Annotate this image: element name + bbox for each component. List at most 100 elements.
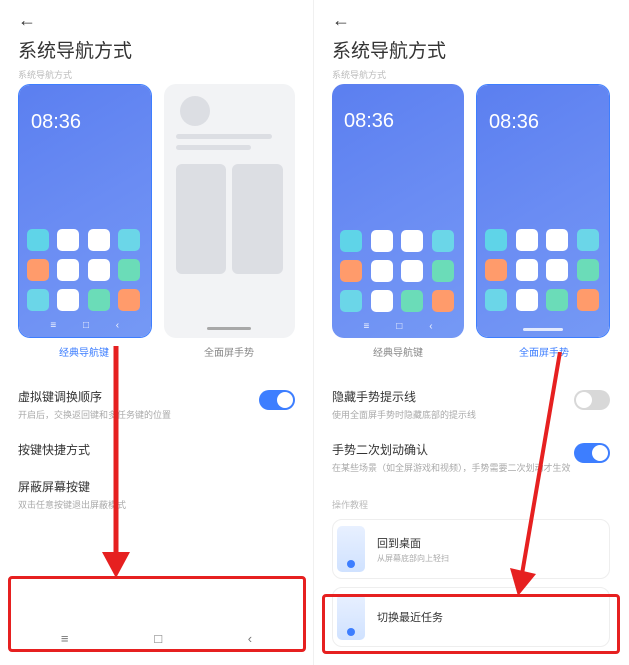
app-icon	[88, 289, 110, 311]
grey-line	[176, 145, 251, 150]
back-button[interactable]: ←	[332, 10, 350, 31]
setting-title: 虚拟键调换顺序	[18, 388, 259, 405]
app-icon	[516, 229, 538, 251]
preview-navbar: ≡ □ ‹	[332, 321, 464, 332]
setting-swap-keys[interactable]: 虚拟键调换顺序 开启后，交换返回键和多任务键的位置	[18, 378, 295, 431]
setting-hide-hint-line[interactable]: 隐藏手势提示线 使用全面屏手势时隐藏底部的提示线	[332, 378, 610, 431]
app-icon	[577, 259, 599, 281]
back-icon: ‹	[429, 321, 432, 332]
preview-label-gesture[interactable]: 全面屏手势	[478, 344, 610, 359]
app-icon	[118, 289, 140, 311]
app-icon	[371, 230, 393, 252]
preview-row: 08:36 ≡ □ ‹	[18, 84, 295, 338]
system-navbar: ≡ □ ‹	[18, 629, 295, 647]
settings-list: 虚拟键调换顺序 开启后，交换返回键和多任务键的位置 按键快捷方式 屏蔽屏幕按键 …	[18, 378, 295, 521]
page-title: 系统导航方式	[18, 36, 132, 63]
app-icon	[485, 259, 507, 281]
grey-block	[176, 164, 227, 274]
app-icon	[546, 229, 568, 251]
preview-label-classic[interactable]: 经典导航键	[332, 344, 464, 359]
app-icon	[485, 229, 507, 251]
page-title: 系统导航方式	[332, 36, 446, 63]
preview-time: 08:36	[31, 111, 81, 134]
app-icon	[577, 229, 599, 251]
preview-label-classic[interactable]: 经典导航键	[18, 344, 150, 359]
app-icon	[432, 230, 454, 252]
app-icon	[485, 289, 507, 311]
preview-label-gesture[interactable]: 全面屏手势	[163, 344, 295, 359]
setting-title: 屏蔽屏幕按键	[18, 478, 295, 495]
grey-mockup	[164, 84, 296, 338]
home-icon: □	[396, 321, 402, 332]
app-grid	[27, 229, 143, 311]
settings-list: 隐藏手势提示线 使用全面屏手势时隐藏底部的提示线 手势二次划动确认 在某些场景（…	[332, 378, 610, 655]
tutorial-recent-tasks[interactable]: 切换最近任务	[332, 587, 610, 647]
setting-shortcut[interactable]: 按键快捷方式	[18, 431, 295, 468]
tutorial-title: 切换最近任务	[377, 609, 443, 625]
app-icon	[401, 290, 423, 312]
app-icon	[516, 259, 538, 281]
menu-icon: ≡	[363, 321, 369, 332]
preview-navbar: ≡ □ ‹	[19, 320, 151, 331]
app-icon	[371, 260, 393, 282]
app-icon	[57, 259, 79, 281]
preview-gesture-nav[interactable]: 08:36	[476, 84, 610, 338]
app-grid	[340, 230, 456, 312]
app-icon	[340, 290, 362, 312]
app-icon	[27, 259, 49, 281]
toggle-double-swipe[interactable]	[574, 443, 610, 463]
back-icon[interactable]: ‹	[248, 631, 252, 646]
menu-icon: ≡	[50, 320, 56, 331]
grey-blocks	[176, 164, 284, 274]
screen-gesture-nav: ← 系统导航方式 系统导航方式 08:36 ≡ □ ‹ 08:36 经典导航键 …	[314, 0, 628, 665]
app-icon	[57, 229, 79, 251]
app-icon	[371, 290, 393, 312]
app-icon	[27, 229, 49, 251]
app-icon	[432, 260, 454, 282]
app-icon	[401, 260, 423, 282]
app-icon	[118, 259, 140, 281]
app-icon	[340, 230, 362, 252]
section-label: 系统导航方式	[332, 68, 386, 81]
app-icon	[88, 259, 110, 281]
screen-classic-nav: ← 系统导航方式 系统导航方式 08:36 ≡ □ ‹	[0, 0, 314, 665]
grey-avatar	[180, 96, 210, 126]
app-icon	[340, 260, 362, 282]
app-icon	[546, 289, 568, 311]
preview-gesture-nav[interactable]	[164, 84, 296, 338]
phone-mockup: 08:36 ≡ □ ‹	[19, 85, 151, 337]
tutorial-desc: 从屏幕底部向上轻扫	[377, 553, 449, 564]
tutorial-title: 回到桌面	[377, 535, 449, 551]
tutorial-section-label: 操作教程	[332, 498, 610, 511]
tutorial-go-home[interactable]: 回到桌面 从屏幕底部向上轻扫	[332, 519, 610, 579]
app-icon	[577, 289, 599, 311]
home-icon[interactable]: □	[154, 631, 162, 646]
preview-time: 08:36	[489, 111, 539, 134]
setting-desc: 使用全面屏手势时隐藏底部的提示线	[332, 408, 574, 421]
preview-row: 08:36 ≡ □ ‹ 08:36	[332, 84, 610, 338]
tutorial-thumb	[337, 594, 365, 640]
setting-double-swipe[interactable]: 手势二次划动确认 在某些场景（如全屏游戏和视频），手势需要二次划动才生效	[332, 431, 610, 484]
menu-icon[interactable]: ≡	[61, 631, 69, 646]
home-icon: □	[83, 320, 89, 331]
setting-desc: 在某些场景（如全屏游戏和视频），手势需要二次划动才生效	[332, 461, 574, 474]
app-icon	[88, 229, 110, 251]
setting-shield-keys[interactable]: 屏蔽屏幕按键 双击任意按键退出屏蔽模式	[18, 468, 295, 521]
preview-classic-nav[interactable]: 08:36 ≡ □ ‹	[18, 84, 152, 338]
toggle-hide-hint[interactable]	[574, 390, 610, 410]
preview-classic-nav[interactable]: 08:36 ≡ □ ‹	[332, 84, 464, 338]
app-icon	[118, 229, 140, 251]
gesture-bar-icon	[207, 327, 251, 330]
app-icon	[27, 289, 49, 311]
gesture-bar-icon	[523, 328, 563, 331]
app-icon	[516, 289, 538, 311]
setting-desc: 双击任意按键退出屏蔽模式	[18, 498, 295, 511]
app-icon	[57, 289, 79, 311]
phone-mockup: 08:36 ≡ □ ‹	[332, 84, 464, 338]
back-icon: ‹	[116, 320, 119, 331]
setting-title: 隐藏手势提示线	[332, 388, 574, 405]
grey-block	[232, 164, 283, 274]
back-button[interactable]: ←	[18, 10, 36, 31]
toggle-swap-keys[interactable]	[259, 390, 295, 410]
setting-title: 手势二次划动确认	[332, 441, 574, 458]
